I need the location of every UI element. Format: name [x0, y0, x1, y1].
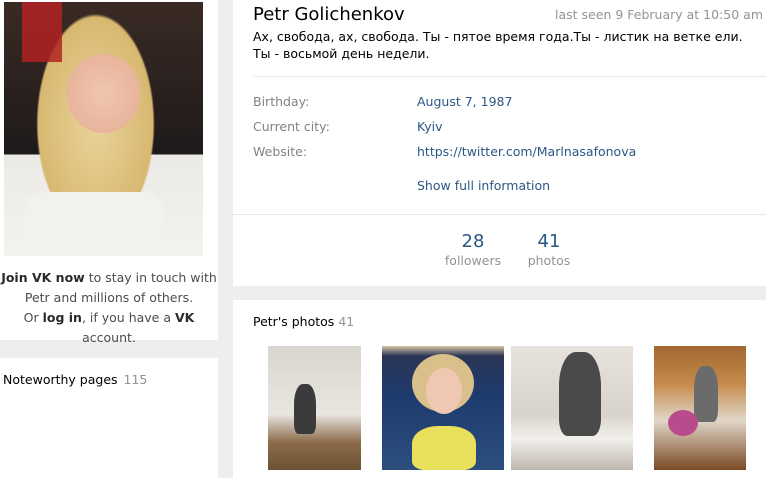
photo-face: [426, 368, 462, 414]
profile-name: Petr Golichenkov: [253, 4, 405, 25]
followers-count: 28: [461, 231, 485, 252]
info-row-city: Current city: Kyiv: [253, 119, 443, 134]
followers-label: followers: [444, 253, 502, 268]
photos-section-header[interactable]: Petr's photos 41: [253, 314, 354, 329]
photos-label: photos: [527, 253, 571, 268]
noteworthy-pages-header[interactable]: Noteworthy pages 115: [3, 372, 147, 387]
followers-counter[interactable]: 28 followers: [438, 231, 508, 268]
info-row-birthday: Birthday: August 7, 1987: [253, 94, 512, 109]
divider: [233, 214, 766, 215]
photo-figure: [694, 366, 718, 422]
info-label: Current city:: [253, 119, 330, 134]
photo-figure: [559, 352, 601, 436]
show-full-information-link[interactable]: Show full information: [417, 178, 550, 193]
info-row-website: Website: https://twitter.com/Marlnasafono…: [253, 144, 636, 159]
noteworthy-pages-label: Noteworthy pages: [3, 372, 118, 387]
photos-card: Petr's photos 41: [233, 300, 766, 478]
join-end-text: account.: [82, 330, 136, 345]
profile-info-card: Petr Golichenkov last seen 9 February at…: [233, 0, 766, 286]
photo-thumbnail[interactable]: [382, 346, 504, 470]
noteworthy-pages-count: 115: [123, 372, 148, 387]
photo-thumbnail[interactable]: [654, 346, 746, 470]
website-link[interactable]: https://twitter.com/Marlnasafonova: [417, 144, 636, 159]
photo-background-detail: [22, 2, 62, 62]
vk-brand-text: VK: [174, 310, 195, 325]
photos-section-title: Petr's photos: [253, 314, 335, 329]
photo-top: [412, 426, 476, 470]
photo-figure: [294, 384, 316, 434]
last-seen-status: last seen 9 February at 10:50 am: [555, 7, 763, 22]
join-mid-text: , if you have a: [81, 310, 175, 325]
info-label: Website:: [253, 144, 308, 159]
login-link[interactable]: log in: [43, 310, 82, 325]
photo-shirt-detail: [24, 192, 164, 256]
profile-avatar-card: Join VK now to stay in touch with Petr a…: [0, 0, 218, 345]
photo-thumbnail[interactable]: [268, 346, 361, 470]
join-vk-link[interactable]: Join VK now: [1, 270, 85, 285]
birthday-link[interactable]: August 7, 1987: [417, 94, 512, 109]
join-or-text: Or: [23, 310, 43, 325]
profile-status-text: Ах, свобода, ах, свобода. Ты - пятое вре…: [253, 29, 743, 61]
photo-flowers: [668, 410, 698, 436]
divider: [253, 76, 766, 77]
city-link[interactable]: Kyiv: [417, 119, 443, 134]
photos-count: 41: [537, 231, 561, 252]
photos-section-count: 41: [338, 314, 355, 329]
join-prompt: Join VK now to stay in touch with Petr a…: [0, 268, 218, 348]
photos-counter[interactable]: 41 photos: [514, 231, 584, 268]
info-label: Birthday:: [253, 94, 310, 109]
photo-thumbnail[interactable]: [511, 346, 633, 470]
noteworthy-pages-card: Noteworthy pages 115: [0, 358, 218, 478]
profile-photo[interactable]: [4, 2, 203, 256]
